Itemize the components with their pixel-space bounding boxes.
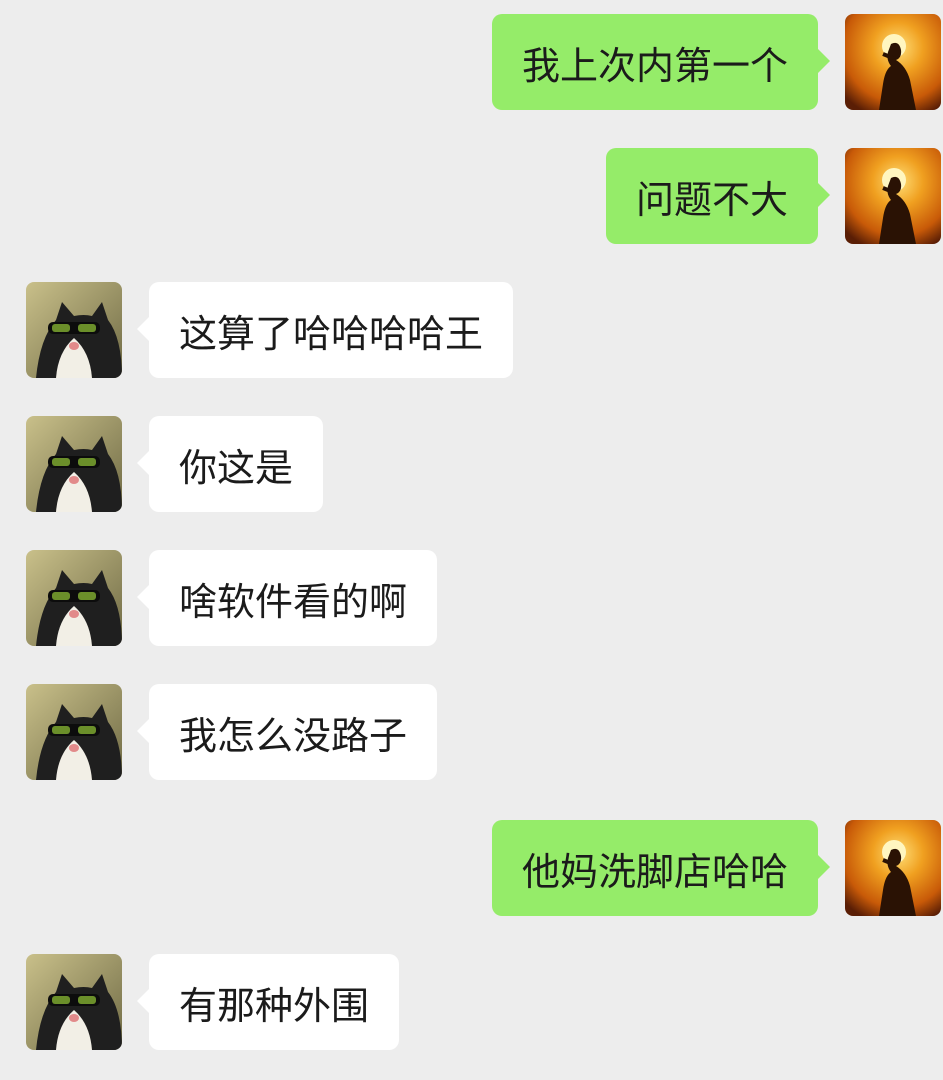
message-row: 问题不大 — [0, 148, 943, 248]
message-text: 他妈洗脚店哈哈 — [521, 849, 788, 894]
sent-message-bubble[interactable]: 他妈洗脚店哈哈 — [491, 820, 831, 916]
message-row: 啥软件看的啊 — [0, 550, 943, 650]
silhouette-avatar-icon[interactable] — [845, 14, 941, 110]
cat-sunglasses-avatar-icon[interactable] — [26, 550, 122, 646]
message-text: 我怎么没路子 — [179, 713, 408, 758]
message-row: 我怎么没路子 — [0, 684, 943, 784]
silhouette-avatar-icon[interactable] — [845, 820, 941, 916]
silhouette-avatar-icon[interactable] — [845, 148, 941, 244]
cat-sunglasses-avatar-icon[interactable] — [26, 954, 122, 1050]
cat-sunglasses-avatar-icon[interactable] — [26, 416, 122, 512]
received-message-bubble[interactable]: 你这是 — [136, 416, 324, 512]
cat-sunglasses-avatar-icon[interactable] — [26, 282, 122, 378]
message-text: 问题不大 — [635, 177, 788, 222]
received-message-bubble[interactable]: 有那种外围 — [136, 954, 400, 1050]
cat-sunglasses-avatar-icon[interactable] — [26, 684, 122, 780]
message-text: 这算了哈哈哈哈王 — [179, 311, 484, 356]
message-row: 有那种外围 — [0, 954, 943, 1054]
message-text: 有那种外围 — [179, 983, 370, 1028]
message-text: 啥软件看的啊 — [179, 579, 408, 624]
received-message-bubble[interactable]: 我怎么没路子 — [136, 684, 438, 780]
sent-message-bubble[interactable]: 我上次内第一个 — [491, 14, 831, 110]
chat-message-list: 我上次内第一个 问题不大 这算了哈哈哈哈王 你这是 啥软件看的啊 我怎么没路子 … — [0, 0, 943, 1080]
message-text: 你这是 — [179, 445, 294, 490]
received-message-bubble[interactable]: 这算了哈哈哈哈王 — [136, 282, 514, 378]
sent-message-bubble[interactable]: 问题不大 — [605, 148, 831, 244]
message-row: 他妈洗脚店哈哈 — [0, 820, 943, 920]
received-message-bubble[interactable]: 啥软件看的啊 — [136, 550, 438, 646]
message-row: 这算了哈哈哈哈王 — [0, 282, 943, 382]
message-row: 你这是 — [0, 416, 943, 516]
message-row: 我上次内第一个 — [0, 14, 943, 114]
message-text: 我上次内第一个 — [521, 43, 788, 88]
